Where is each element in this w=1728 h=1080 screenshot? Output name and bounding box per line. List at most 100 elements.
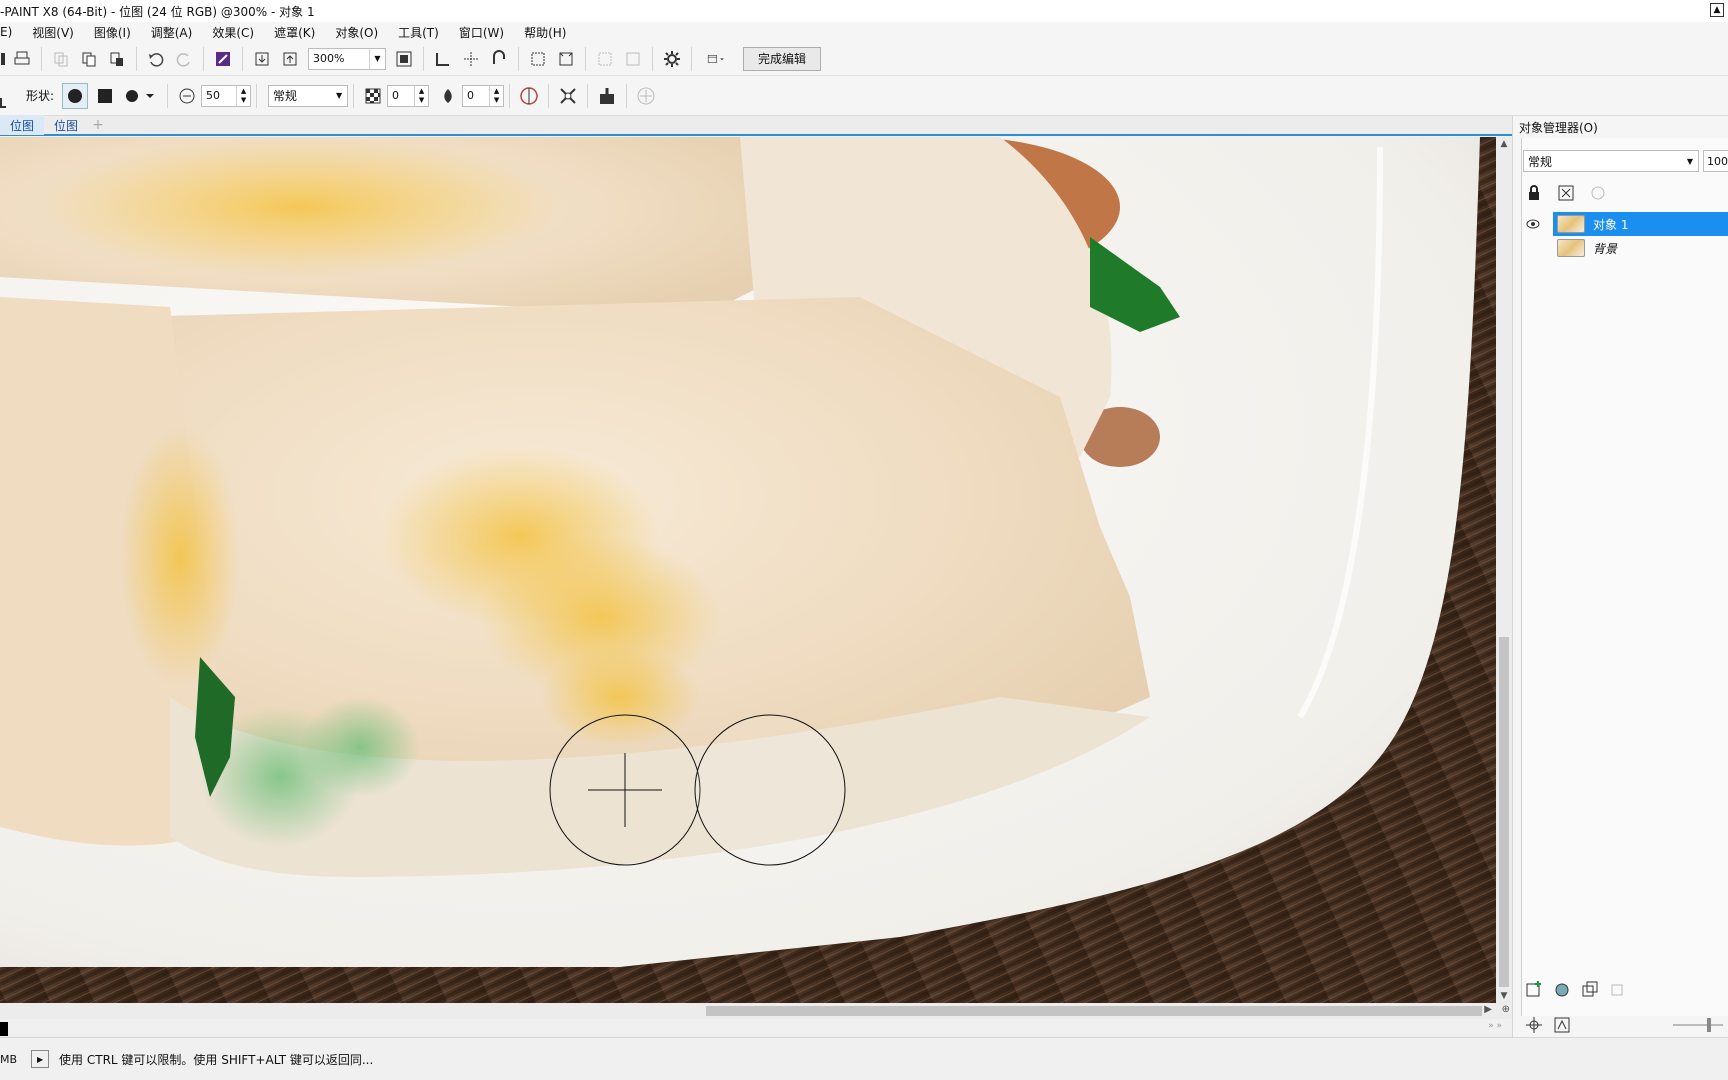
- rulers-icon[interactable]: [430, 46, 456, 72]
- brush-settings-icon[interactable]: [596, 85, 618, 107]
- round-nib-button[interactable]: [62, 82, 89, 109]
- object-list: 对象 1 背景: [1523, 212, 1728, 260]
- new-object-icon[interactable]: [1523, 978, 1545, 1000]
- mask-lock-icon[interactable]: [1555, 182, 1577, 204]
- menu-effects[interactable]: 效果(C): [202, 24, 264, 41]
- separator: [548, 83, 550, 108]
- separator: [518, 46, 519, 71]
- menu-view[interactable]: 视图(V): [22, 24, 84, 41]
- transparency-lock-icon[interactable]: [1587, 182, 1609, 204]
- menu-window[interactable]: 窗口(W): [449, 24, 514, 41]
- separator: [652, 46, 653, 71]
- add-icon[interactable]: [635, 85, 657, 107]
- transparency-value: 0: [392, 89, 400, 102]
- transparency-icon: [362, 85, 384, 107]
- menu-object[interactable]: 对象(O): [325, 24, 388, 41]
- canvas-footer: » »: [0, 1019, 1512, 1037]
- user-account-icon[interactable]: ▲: [1710, 3, 1724, 17]
- menu-bar: E) 视图(V) 图像(I) 调整(A) 效果(C) 遮罩(K) 对象(O) 工…: [0, 22, 1728, 42]
- cut-icon[interactable]: [48, 46, 74, 72]
- object-row-body[interactable]: 背景: [1553, 236, 1728, 260]
- show-object-marquee-icon[interactable]: [525, 46, 551, 72]
- shape-label: 形状:: [26, 89, 55, 103]
- object-manager-docker: 对象管理器(O) 常规 ▼ 100 对象 1 背景: [1512, 116, 1728, 1037]
- options-gear-icon[interactable]: [659, 46, 685, 72]
- delete-object-icon[interactable]: [1607, 978, 1629, 1000]
- object-merge-mode-combo[interactable]: 常规 ▼: [1523, 150, 1699, 172]
- snap-icon[interactable]: [486, 46, 512, 72]
- create-object-from-mask-icon[interactable]: [1579, 978, 1601, 1000]
- mask-overlay-icon[interactable]: [592, 46, 618, 72]
- chevron-down-icon[interactable]: ▼: [369, 48, 385, 69]
- export-icon[interactable]: [277, 46, 303, 72]
- horizontal-scrollbar[interactable]: ▶ ⊕: [0, 1003, 1512, 1019]
- color-swatch[interactable]: [0, 1022, 8, 1036]
- object-row[interactable]: 对象 1: [1523, 212, 1728, 236]
- feather-icon: [437, 85, 459, 107]
- scroll-up-arrow-icon[interactable]: ▲: [1496, 139, 1512, 149]
- merge-mode-combo[interactable]: 常规 ▼: [268, 84, 349, 107]
- nib-size-spinner[interactable]: ▲ ▼: [236, 85, 250, 106]
- copy-icon[interactable]: [76, 46, 102, 72]
- object-row[interactable]: 背景: [1523, 236, 1728, 260]
- horizontal-scroll-thumb[interactable]: [706, 1006, 1482, 1016]
- pen-pressure-icon[interactable]: [557, 85, 579, 107]
- show-mask-marquee-icon[interactable]: [553, 46, 579, 72]
- menu-adjust[interactable]: 调整(A): [141, 24, 203, 41]
- chevron-down-icon[interactable]: ▼: [331, 91, 347, 100]
- transparency-spinner[interactable]: ▲ ▼: [414, 85, 428, 106]
- new-tab-plus-icon[interactable]: +: [88, 115, 108, 135]
- lock-mask-icon[interactable]: [620, 46, 646, 72]
- vertical-scrollbar[interactable]: ▲ ▼: [1496, 137, 1512, 1003]
- tab-bitmap-2[interactable]: 位图: [44, 115, 88, 135]
- object-row-body[interactable]: 对象 1: [1553, 212, 1728, 236]
- status-expand-icon[interactable]: ▶: [31, 1050, 50, 1068]
- separator: [136, 46, 137, 71]
- zoom-icon[interactable]: ⊕: [1502, 1004, 1510, 1015]
- slider-knob[interactable]: [1707, 1018, 1711, 1032]
- feather-spinner[interactable]: ▲ ▼: [489, 85, 503, 106]
- eye-icon[interactable]: [1523, 212, 1543, 236]
- antialiasing-icon[interactable]: [518, 85, 540, 107]
- move-icon[interactable]: [1523, 1014, 1545, 1036]
- properties-icon[interactable]: [1551, 1014, 1573, 1036]
- chevron-down-icon[interactable]: ▼: [1682, 157, 1698, 166]
- image-canvas[interactable]: [0, 137, 1496, 1003]
- zoom-fit-icon[interactable]: [391, 46, 417, 72]
- lock-icon[interactable]: [1523, 182, 1545, 204]
- menu-help[interactable]: 帮助(H): [514, 24, 576, 41]
- paste-icon[interactable]: [104, 46, 130, 72]
- scroll-right-arrow-icon[interactable]: ▶: [1484, 1004, 1492, 1015]
- menu-tools[interactable]: 工具(T): [388, 24, 449, 41]
- eye-icon-hidden[interactable]: [1523, 236, 1543, 260]
- print-icon[interactable]: [9, 46, 35, 72]
- separator: [691, 46, 692, 71]
- object-opacity-field[interactable]: 100: [1703, 150, 1728, 172]
- nib-size-field[interactable]: 50 ▲ ▼: [201, 84, 252, 107]
- menu-edit[interactable]: E): [0, 25, 22, 39]
- new-lens-icon[interactable]: [1551, 978, 1573, 1000]
- guidelines-icon[interactable]: [458, 46, 484, 72]
- zoom-level-value: 300%: [313, 52, 345, 65]
- custom-nib-button[interactable]: [122, 83, 160, 109]
- save-icon[interactable]: [1, 46, 7, 72]
- window-layout-icon[interactable]: [698, 46, 734, 72]
- vertical-scroll-thumb[interactable]: [1499, 637, 1509, 987]
- menu-mask[interactable]: 遮罩(K): [264, 24, 325, 41]
- zoom-level-combo[interactable]: 300% ▼: [308, 47, 386, 70]
- undo-icon[interactable]: [143, 46, 169, 72]
- launch-app-icon[interactable]: [210, 46, 236, 72]
- redo-icon[interactable]: [171, 46, 197, 72]
- tab-bitmap-1[interactable]: 位图: [0, 115, 45, 135]
- scroll-down-arrow-icon[interactable]: ▼: [1496, 991, 1512, 1001]
- import-icon[interactable]: [249, 46, 275, 72]
- feather-field[interactable]: 0 ▲ ▼: [462, 84, 505, 107]
- thumbnail-size-slider[interactable]: [1673, 1018, 1723, 1032]
- square-nib-button[interactable]: [92, 83, 118, 109]
- page-navigator-icon[interactable]: » »: [1488, 1021, 1502, 1031]
- property-bar: 形状: 50 ▲ ▼ 常规 ▼ 0 ▲ ▼ 0 ▲ ▼: [0, 76, 1728, 116]
- finish-edit-button[interactable]: 完成编辑: [743, 46, 822, 71]
- transparency-field[interactable]: 0 ▲ ▼: [387, 84, 430, 107]
- menu-image[interactable]: 图像(I): [84, 24, 141, 41]
- merge-mode-value: 常规: [273, 89, 298, 103]
